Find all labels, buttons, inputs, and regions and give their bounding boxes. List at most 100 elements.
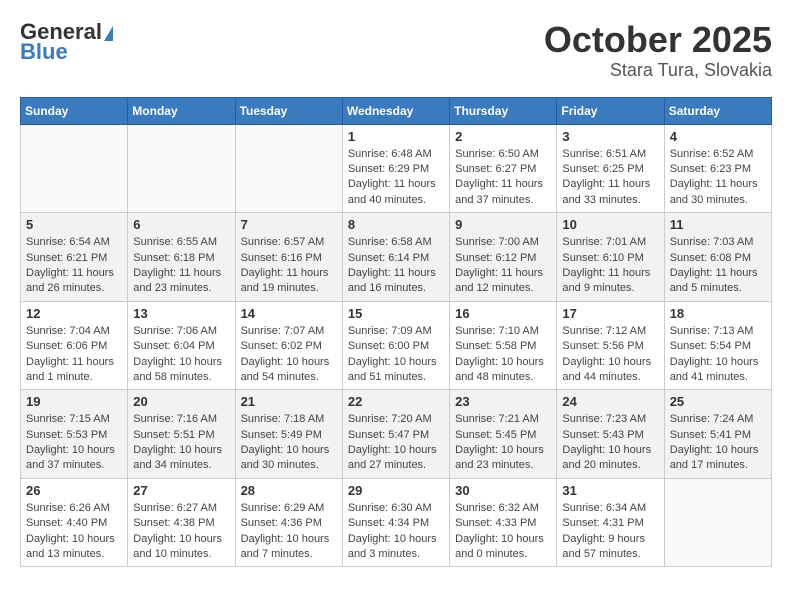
day-info: Sunrise: 7:16 AM Sunset: 5:51 PM Dayligh… [133, 412, 229, 474]
day-info: Sunrise: 6:29 AM Sunset: 4:36 PM Dayligh… [241, 501, 337, 563]
calendar-cell: 7Sunrise: 6:57 AM Sunset: 6:16 PM Daylig… [235, 213, 342, 302]
calendar-week-row: 12 Sunrise: 7:04 AM Sunset: 6:06 PM Dayli… [21, 301, 772, 390]
calendar-cell: 9 Sunrise: 7:00 AM Sunset: 6:12 PM Daylig… [450, 213, 557, 302]
calendar-cell: 11 Sunrise: 7:03 AM Sunset: 6:08 PM Dayli… [664, 213, 771, 302]
day-info: Sunrise: 7:07 AM Sunset: 6:02 PM Dayligh… [241, 324, 337, 386]
day-number: 26 [26, 483, 122, 498]
calendar-cell: 2Sunrise: 6:50 AM Sunset: 6:27 PM Daylig… [450, 124, 557, 213]
day-number: 1 [348, 129, 444, 144]
calendar-cell: 29 Sunrise: 6:30 AM Sunset: 4:34 PM Dayli… [342, 478, 449, 567]
calendar-cell: 28 Sunrise: 6:29 AM Sunset: 4:36 PM Dayli… [235, 478, 342, 567]
day-number: 30 [455, 483, 551, 498]
calendar-cell: 13 Sunrise: 7:06 AM Sunset: 6:04 PM Dayli… [128, 301, 235, 390]
day-info: Sunrise: 7:23 AM Sunset: 5:43 PM Dayligh… [562, 412, 658, 474]
calendar-cell: 24 Sunrise: 7:23 AM Sunset: 5:43 PM Dayli… [557, 390, 664, 479]
weekday-header-saturday: Saturday [664, 97, 771, 124]
day-number: 14 [241, 306, 337, 321]
day-info: Sunrise: 7:21 AM Sunset: 5:45 PM Dayligh… [455, 412, 551, 474]
day-number: 10 [562, 217, 658, 232]
calendar-week-row: 26 Sunrise: 6:26 AM Sunset: 4:40 PM Dayli… [21, 478, 772, 567]
day-info: Sunrise: 7:20 AM Sunset: 5:47 PM Dayligh… [348, 412, 444, 474]
calendar-week-row: 19 Sunrise: 7:15 AM Sunset: 5:53 PM Dayli… [21, 390, 772, 479]
day-info: Sunrise: 7:03 AM Sunset: 6:08 PM Dayligh… [670, 235, 766, 297]
calendar-table: SundayMondayTuesdayWednesdayThursdayFrid… [20, 97, 772, 568]
calendar-cell: 27Sunrise: 6:27 AM Sunset: 4:38 PM Dayli… [128, 478, 235, 567]
weekday-header-monday: Monday [128, 97, 235, 124]
calendar-cell [235, 124, 342, 213]
calendar-cell: 23Sunrise: 7:21 AM Sunset: 5:45 PM Dayli… [450, 390, 557, 479]
day-number: 24 [562, 394, 658, 409]
calendar-cell: 15 Sunrise: 7:09 AM Sunset: 6:00 PM Dayli… [342, 301, 449, 390]
day-info: Sunrise: 6:26 AM Sunset: 4:40 PM Dayligh… [26, 501, 122, 563]
calendar-cell: 16Sunrise: 7:10 AM Sunset: 5:58 PM Dayli… [450, 301, 557, 390]
calendar-cell [664, 478, 771, 567]
day-number: 13 [133, 306, 229, 321]
day-number: 29 [348, 483, 444, 498]
day-number: 18 [670, 306, 766, 321]
calendar-cell: 26 Sunrise: 6:26 AM Sunset: 4:40 PM Dayli… [21, 478, 128, 567]
calendar-cell: 4 Sunrise: 6:52 AM Sunset: 6:23 PM Daylig… [664, 124, 771, 213]
day-number: 9 [455, 217, 551, 232]
calendar-cell: 19 Sunrise: 7:15 AM Sunset: 5:53 PM Dayli… [21, 390, 128, 479]
day-number: 17 [562, 306, 658, 321]
calendar-cell: 31 Sunrise: 6:34 AM Sunset: 4:31 PM Dayli… [557, 478, 664, 567]
calendar-cell: 30 Sunrise: 6:32 AM Sunset: 4:33 PM Dayli… [450, 478, 557, 567]
day-number: 19 [26, 394, 122, 409]
day-number: 16 [455, 306, 551, 321]
calendar-cell [21, 124, 128, 213]
day-number: 8 [348, 217, 444, 232]
calendar-cell: 1 Sunrise: 6:48 AM Sunset: 6:29 PM Daylig… [342, 124, 449, 213]
weekday-header-friday: Friday [557, 97, 664, 124]
logo-triangle-icon [104, 26, 113, 41]
calendar-cell: 12 Sunrise: 7:04 AM Sunset: 6:06 PM Dayli… [21, 301, 128, 390]
day-info: Sunrise: 6:32 AM Sunset: 4:33 PM Dayligh… [455, 501, 551, 563]
day-info: Sunrise: 6:51 AM Sunset: 6:25 PM Dayligh… [562, 147, 658, 209]
day-info: Sunrise: 7:04 AM Sunset: 6:06 PM Dayligh… [26, 324, 122, 386]
weekday-header-wednesday: Wednesday [342, 97, 449, 124]
day-number: 12 [26, 306, 122, 321]
day-number: 11 [670, 217, 766, 232]
location-title: Stara Tura, Slovakia [544, 60, 772, 81]
logo-blue: Blue [20, 40, 113, 64]
calendar-week-row: 1 Sunrise: 6:48 AM Sunset: 6:29 PM Daylig… [21, 124, 772, 213]
day-number: 25 [670, 394, 766, 409]
day-number: 31 [562, 483, 658, 498]
weekday-header-sunday: Sunday [21, 97, 128, 124]
day-info: Sunrise: 6:58 AM Sunset: 6:14 PM Dayligh… [348, 235, 444, 297]
day-info: Sunrise: 7:12 AM Sunset: 5:56 PM Dayligh… [562, 324, 658, 386]
day-info: Sunrise: 6:27 AM Sunset: 4:38 PM Dayligh… [133, 501, 229, 563]
weekday-header-tuesday: Tuesday [235, 97, 342, 124]
calendar-cell: 18Sunrise: 7:13 AM Sunset: 5:54 PM Dayli… [664, 301, 771, 390]
day-number: 5 [26, 217, 122, 232]
day-info: Sunrise: 7:00 AM Sunset: 6:12 PM Dayligh… [455, 235, 551, 297]
calendar-cell: 8 Sunrise: 6:58 AM Sunset: 6:14 PM Daylig… [342, 213, 449, 302]
calendar-cell: 5 Sunrise: 6:54 AM Sunset: 6:21 PM Daylig… [21, 213, 128, 302]
day-info: Sunrise: 6:50 AM Sunset: 6:27 PM Dayligh… [455, 147, 551, 209]
day-info: Sunrise: 6:52 AM Sunset: 6:23 PM Dayligh… [670, 147, 766, 209]
day-info: Sunrise: 7:01 AM Sunset: 6:10 PM Dayligh… [562, 235, 658, 297]
day-number: 22 [348, 394, 444, 409]
day-info: Sunrise: 6:54 AM Sunset: 6:21 PM Dayligh… [26, 235, 122, 297]
day-info: Sunrise: 7:06 AM Sunset: 6:04 PM Dayligh… [133, 324, 229, 386]
day-number: 20 [133, 394, 229, 409]
calendar-cell: 22 Sunrise: 7:20 AM Sunset: 5:47 PM Dayli… [342, 390, 449, 479]
day-number: 15 [348, 306, 444, 321]
day-number: 21 [241, 394, 337, 409]
weekday-header-row: SundayMondayTuesdayWednesdayThursdayFrid… [21, 97, 772, 124]
weekday-header-thursday: Thursday [450, 97, 557, 124]
day-number: 4 [670, 129, 766, 144]
day-info: Sunrise: 6:48 AM Sunset: 6:29 PM Dayligh… [348, 147, 444, 209]
day-number: 28 [241, 483, 337, 498]
calendar-cell: 21Sunrise: 7:18 AM Sunset: 5:49 PM Dayli… [235, 390, 342, 479]
month-title: October 2025 [544, 20, 772, 60]
day-number: 6 [133, 217, 229, 232]
day-info: Sunrise: 6:30 AM Sunset: 4:34 PM Dayligh… [348, 501, 444, 563]
day-info: Sunrise: 7:15 AM Sunset: 5:53 PM Dayligh… [26, 412, 122, 474]
calendar-cell: 20 Sunrise: 7:16 AM Sunset: 5:51 PM Dayli… [128, 390, 235, 479]
day-info: Sunrise: 6:57 AM Sunset: 6:16 PM Dayligh… [241, 235, 337, 297]
day-info: Sunrise: 7:09 AM Sunset: 6:00 PM Dayligh… [348, 324, 444, 386]
day-info: Sunrise: 6:55 AM Sunset: 6:18 PM Dayligh… [133, 235, 229, 297]
day-number: 3 [562, 129, 658, 144]
day-info: Sunrise: 6:34 AM Sunset: 4:31 PM Dayligh… [562, 501, 658, 563]
calendar-cell: 17 Sunrise: 7:12 AM Sunset: 5:56 PM Dayli… [557, 301, 664, 390]
